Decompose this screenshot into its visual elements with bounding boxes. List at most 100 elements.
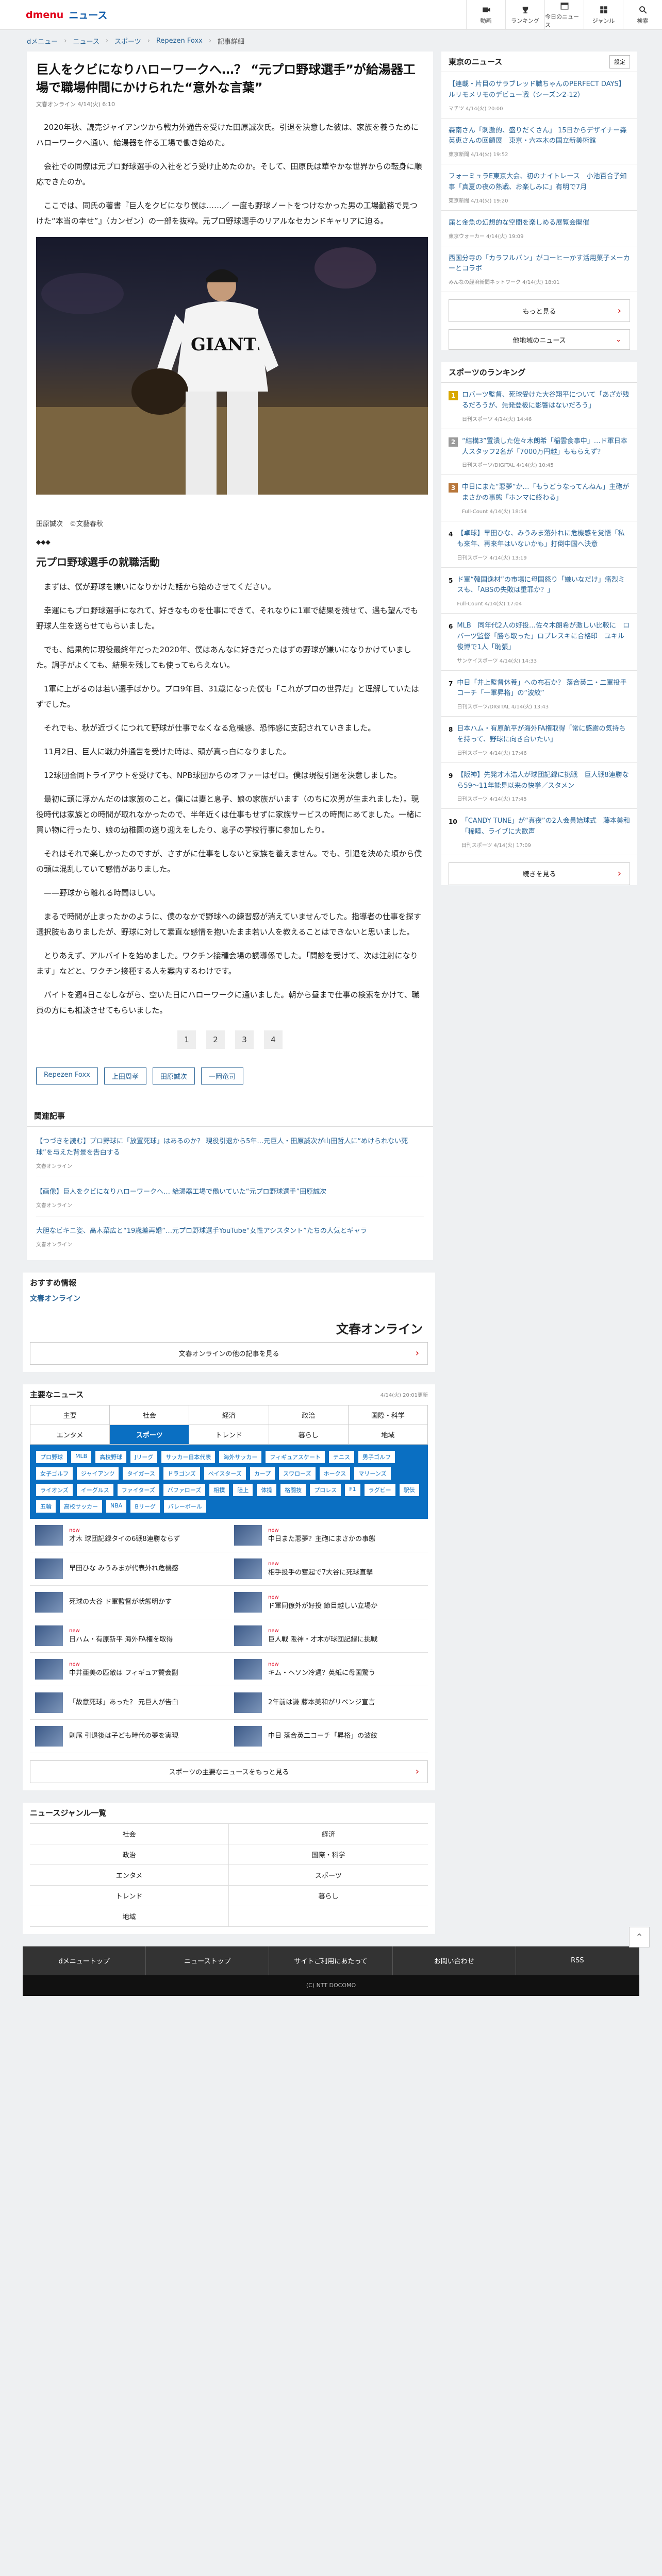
sport-tag[interactable]: F1 <box>345 1483 360 1496</box>
tokyo-news-item[interactable]: 【連載・片目のサラブレッド職ちゃんのPERFECT DAYS】ルリモメリモのデビ… <box>441 72 637 118</box>
ranking-item[interactable]: 3 中日にまた“悪夢”か…「もうどうなってんねん」主砲がまさかの事態「ホンマに終わ… <box>441 475 637 521</box>
publisher-more-button[interactable]: 文春オンラインの他の記事を見る <box>30 1342 428 1365</box>
sports-more-button[interactable]: スポーツの主要なニュースをもっと見る <box>30 1760 428 1783</box>
category-tab[interactable]: 地域 <box>348 1425 428 1445</box>
sport-tag[interactable]: 相撲 <box>209 1483 229 1496</box>
top-news-item[interactable]: new 中日また悪夢？主砲にまさかの事態 <box>229 1519 428 1552</box>
sport-tag[interactable]: ファイターズ <box>117 1483 159 1496</box>
breadcrumb-item[interactable]: スポーツ <box>114 36 141 46</box>
sport-tag[interactable]: 高校野球 <box>95 1450 127 1463</box>
sport-tag[interactable]: プロ野球 <box>36 1450 67 1463</box>
breadcrumb-item[interactable]: dメニュー <box>27 36 58 46</box>
sport-tag[interactable]: テニス <box>328 1450 354 1463</box>
sport-tag[interactable]: 体操 <box>257 1483 277 1496</box>
sport-tag[interactable]: ラグビー <box>364 1483 395 1496</box>
top-news-item[interactable]: 2年前は謙 藤本美和がリベンジ宣言 <box>229 1686 428 1720</box>
page-button[interactable]: 4 <box>264 1030 283 1049</box>
top-news-item[interactable]: 「故意死球」あった？ 元巨人が告白 <box>30 1686 229 1720</box>
tag-link[interactable]: 田原誠次 <box>152 1067 195 1084</box>
sport-tag[interactable]: ライオンズ <box>36 1483 73 1496</box>
sport-tag[interactable]: バファローズ <box>163 1483 206 1496</box>
top-news-item[interactable]: new 巨人戦 阪神・才木が球団記録に挑戦 <box>229 1619 428 1653</box>
ranking-item[interactable]: 4 【卓球】早田ひな、みうみま落外れに危機感を覚悟「私も来年、再来年はいないかも」… <box>441 521 637 568</box>
top-news-item[interactable]: new 相手投手の奮起で7大谷に死球直撃 <box>229 1552 428 1586</box>
ranking-item[interactable]: 5 ド軍“韓国逸材”の市場に母国怒り「嫌いなだけ」痛烈ミスも、「ABSの失敗は重罪… <box>441 568 637 614</box>
nav-video[interactable]: 動画 <box>466 0 505 30</box>
category-tab[interactable]: 国際・科学 <box>348 1405 428 1425</box>
ranking-item[interactable]: 7 中日「井上監督休養」への布石か？ 落合英二・二軍投手コーチ「一軍昇格」の“波紋… <box>441 671 637 717</box>
tag-link[interactable]: 一岡竜司 <box>201 1067 243 1084</box>
sport-tag[interactable]: タイガース <box>123 1467 159 1480</box>
related-item[interactable]: 【画像】巨人をクビになりハローワークへ… 給湯器工場で働いていた“元プロ野球選手… <box>36 1177 424 1216</box>
category-tab[interactable]: トレンド <box>189 1425 269 1445</box>
category-tab[interactable]: 社会 <box>110 1405 190 1425</box>
genre-link[interactable]: 政治 <box>30 1844 229 1865</box>
sport-tag[interactable]: 男子ゴルフ <box>358 1450 395 1463</box>
sport-tag[interactable]: Jリーグ <box>130 1450 158 1463</box>
genre-link[interactable]: 暮らし <box>229 1886 428 1906</box>
footer-link[interactable]: dメニュートップ <box>23 1946 146 1975</box>
publisher-link[interactable]: 文春オンライン <box>30 1293 428 1303</box>
category-tab[interactable]: スポーツ <box>110 1425 190 1445</box>
nav-today[interactable]: 今日のニュース <box>544 0 584 30</box>
top-news-item[interactable]: new キム・ヘソン冷遇？英紙に母国驚う <box>229 1653 428 1686</box>
breadcrumb-item[interactable]: Repezen Foxx <box>156 37 203 45</box>
category-tab[interactable]: 政治 <box>269 1405 349 1425</box>
top-news-item[interactable]: new 中井亜美の匹敵は フィギュア賛会副 <box>30 1653 229 1686</box>
nav-genre[interactable]: ジャンル <box>584 0 623 30</box>
nav-ranking[interactable]: ランキング <box>505 0 544 30</box>
breadcrumb-item[interactable]: ニュース <box>73 36 99 46</box>
top-news-item[interactable]: 中日 落合英二コーチ「昇格」の波紋 <box>229 1720 428 1753</box>
sport-tag[interactable]: バレーボール <box>163 1500 206 1513</box>
sport-tag[interactable]: 海外サッカー <box>219 1450 262 1463</box>
ranking-item[interactable]: 8 日本ハム・有原航平が海外FA権取得「常に感謝の気持ちを持って、野球に向き合いた… <box>441 717 637 763</box>
sport-tag[interactable]: Bリーグ <box>130 1500 160 1513</box>
sport-tag[interactable]: ドラゴンズ <box>163 1467 200 1480</box>
ranking-item[interactable]: 9 【阪神】先発才木浩人が球団記録に挑戦 巨人戦8連勝なら59〜11年能見以来の快… <box>441 763 637 809</box>
top-news-item[interactable]: new ド軍同僚外が好投 節目越しい立場か <box>229 1586 428 1619</box>
sport-tag[interactable]: 陸上 <box>233 1483 253 1496</box>
sport-tag[interactable]: 女子ゴルフ <box>36 1467 73 1480</box>
tokyo-news-item[interactable]: 西国分寺の「カラフルパン」がコーヒーかす活用菓子メーカーとコラボ みんなの経済新聞… <box>441 246 637 293</box>
ranking-item[interactable]: 10 「CANDY TUNE」が“真夜”の2人会員始球式 藤本美和「稀睦、ライブに… <box>441 809 637 855</box>
ranking-item[interactable]: 2 “結構3”置潰した佐々木朗希「稲雲食事中」…ド軍日本人スタッフ2名が「7000… <box>441 429 637 476</box>
ranking-item[interactable]: 1 ロバーツ監督、死球受けた大谷翔平について「あざが残るだろうが、先発登板に影響は… <box>441 383 637 429</box>
top-news-item[interactable]: new 才木 球団記録タイの6戦8連勝ならず <box>30 1519 229 1552</box>
sport-tag[interactable]: カープ <box>250 1467 275 1480</box>
genre-link[interactable]: エンタメ <box>30 1865 229 1886</box>
category-tab[interactable]: 暮らし <box>269 1425 349 1445</box>
top-news-item[interactable]: new 日ハム・有原新平 海外FA権を取得 <box>30 1619 229 1653</box>
other-region-button[interactable]: 他地域のニュース <box>449 329 630 350</box>
top-news-item[interactable]: 則尾 引退後は子ども時代の夢を実現 <box>30 1720 229 1753</box>
page-button[interactable]: 3 <box>235 1030 254 1049</box>
tag-link[interactable]: 上田周孝 <box>104 1067 146 1084</box>
page-button[interactable]: 1 <box>177 1030 196 1049</box>
sport-tag[interactable]: フィギュアスケート <box>266 1450 325 1463</box>
tokyo-news-item[interactable]: 届と金魚の幻想的な空間を楽しめる展覧会開催 東京ウォーカー 4/14(火) 19:… <box>441 211 637 246</box>
sport-tag[interactable]: サッカー日本代表 <box>161 1450 216 1463</box>
related-item[interactable]: 大胆なビキニ姿、髙木菜広と“19歳差再婚”…元プロ野球選手YouTube“女性ア… <box>36 1216 424 1255</box>
sport-tag[interactable]: ジャイアンツ <box>77 1467 119 1480</box>
tag-link[interactable]: Repezen Foxx <box>36 1067 98 1084</box>
site-logo[interactable]: dmenu ニュース <box>26 8 107 22</box>
footer-link[interactable]: ニューストップ <box>146 1946 270 1975</box>
tokyo-news-item[interactable]: フォーミュラE東京大会、初のナイトレース 小池百合子知事「真夏の夜の熱戦、お楽し… <box>441 164 637 211</box>
ranking-item[interactable]: 6 MLB 同年代2人の好投…佐々木朗希が激しい比較に ロバーツ監督「勝ち取った」… <box>441 614 637 671</box>
genre-link[interactable]: スポーツ <box>229 1865 428 1886</box>
sport-tag[interactable]: MLB <box>71 1450 92 1463</box>
sport-tag[interactable]: プロレス <box>310 1483 341 1496</box>
sport-tag[interactable]: 駅伝 <box>399 1483 419 1496</box>
genre-link[interactable]: 社会 <box>30 1823 229 1844</box>
sport-tag[interactable]: NBA <box>106 1500 127 1513</box>
sport-tag[interactable]: 五輪 <box>36 1500 56 1513</box>
ranking-more-button[interactable]: 続きを見る <box>449 862 630 885</box>
tokyo-news-item[interactable]: 森南さん「刺激的、盛りだくさん」 15日からデザイナー森英恵さんの回顧展 東京・… <box>441 118 637 165</box>
genre-link[interactable]: 経済 <box>229 1824 428 1844</box>
footer-link[interactable]: サイトご利用にあたって <box>269 1946 393 1975</box>
nav-search[interactable]: 検索 <box>623 0 662 30</box>
sport-tag[interactable]: 格闘技 <box>280 1483 306 1496</box>
footer-link[interactable]: お問い合わせ <box>393 1946 516 1975</box>
back-to-top-button[interactable]: ⌃ <box>629 1927 650 1947</box>
article-photo[interactable]: GIANTS <box>36 236 428 495</box>
genre-link[interactable]: 地域 <box>30 1906 229 1927</box>
